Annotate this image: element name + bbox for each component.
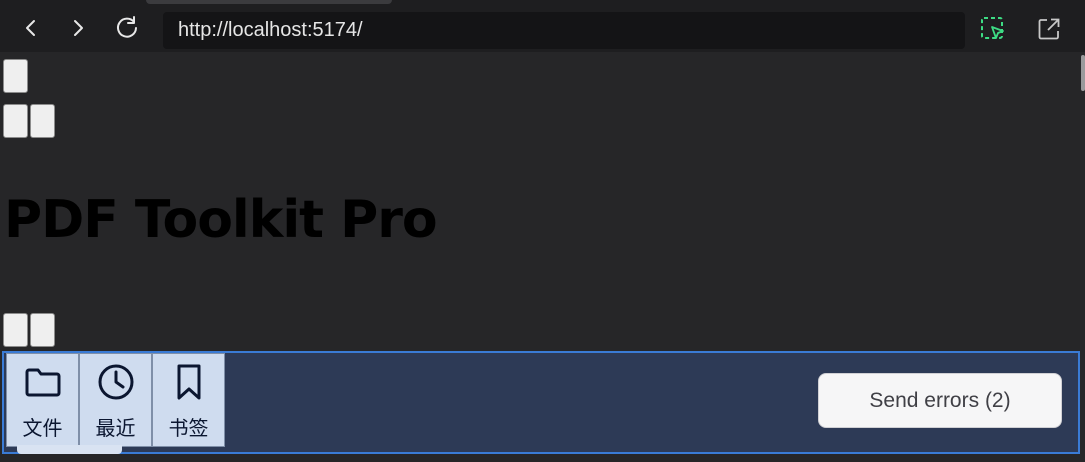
forward-button[interactable] [62, 12, 94, 44]
page-title: PDF Toolkit Pro [4, 190, 438, 250]
folder-icon [25, 368, 60, 397]
send-errors-button[interactable]: Send errors (2) [818, 373, 1062, 428]
bookmark-label: 书签 [168, 416, 209, 440]
forward-icon [74, 20, 83, 36]
bookmark-item-bookmarks[interactable]: 书签 [152, 353, 225, 447]
clock-icon [98, 364, 133, 400]
bookmark-icon [177, 364, 200, 400]
open-external-button[interactable] [1034, 14, 1064, 44]
reload-button[interactable] [111, 12, 143, 44]
select-element-icon [981, 17, 1004, 39]
select-element-button[interactable] [978, 14, 1008, 44]
unlabeled-button-4[interactable] [3, 313, 28, 347]
bookmark-bar: 文件 最近 书签 [6, 353, 225, 447]
bookmark-bar-handle[interactable] [17, 445, 122, 454]
bookmark-label: 文件 [22, 416, 63, 440]
bookmark-item-files[interactable]: 文件 [6, 353, 79, 447]
back-button[interactable] [15, 12, 47, 44]
bookmark-label: 最近 [95, 416, 136, 440]
reload-icon [117, 16, 137, 38]
open-external-icon [1038, 18, 1060, 40]
unlabeled-button-1[interactable] [3, 59, 28, 93]
back-icon [26, 20, 35, 36]
scrollbar-thumb[interactable] [1081, 55, 1085, 91]
unlabeled-button-2[interactable] [3, 104, 28, 138]
browser-toolbar: http://localhost:5174/ [0, 0, 1085, 52]
page-bottom-edge [0, 454, 1085, 462]
bookmark-item-recent[interactable]: 最近 [79, 353, 152, 447]
unlabeled-button-5[interactable] [30, 313, 55, 347]
unlabeled-button-3[interactable] [30, 104, 55, 138]
url-bar[interactable]: http://localhost:5174/ [163, 12, 965, 49]
active-tab-edge[interactable] [146, 0, 392, 4]
